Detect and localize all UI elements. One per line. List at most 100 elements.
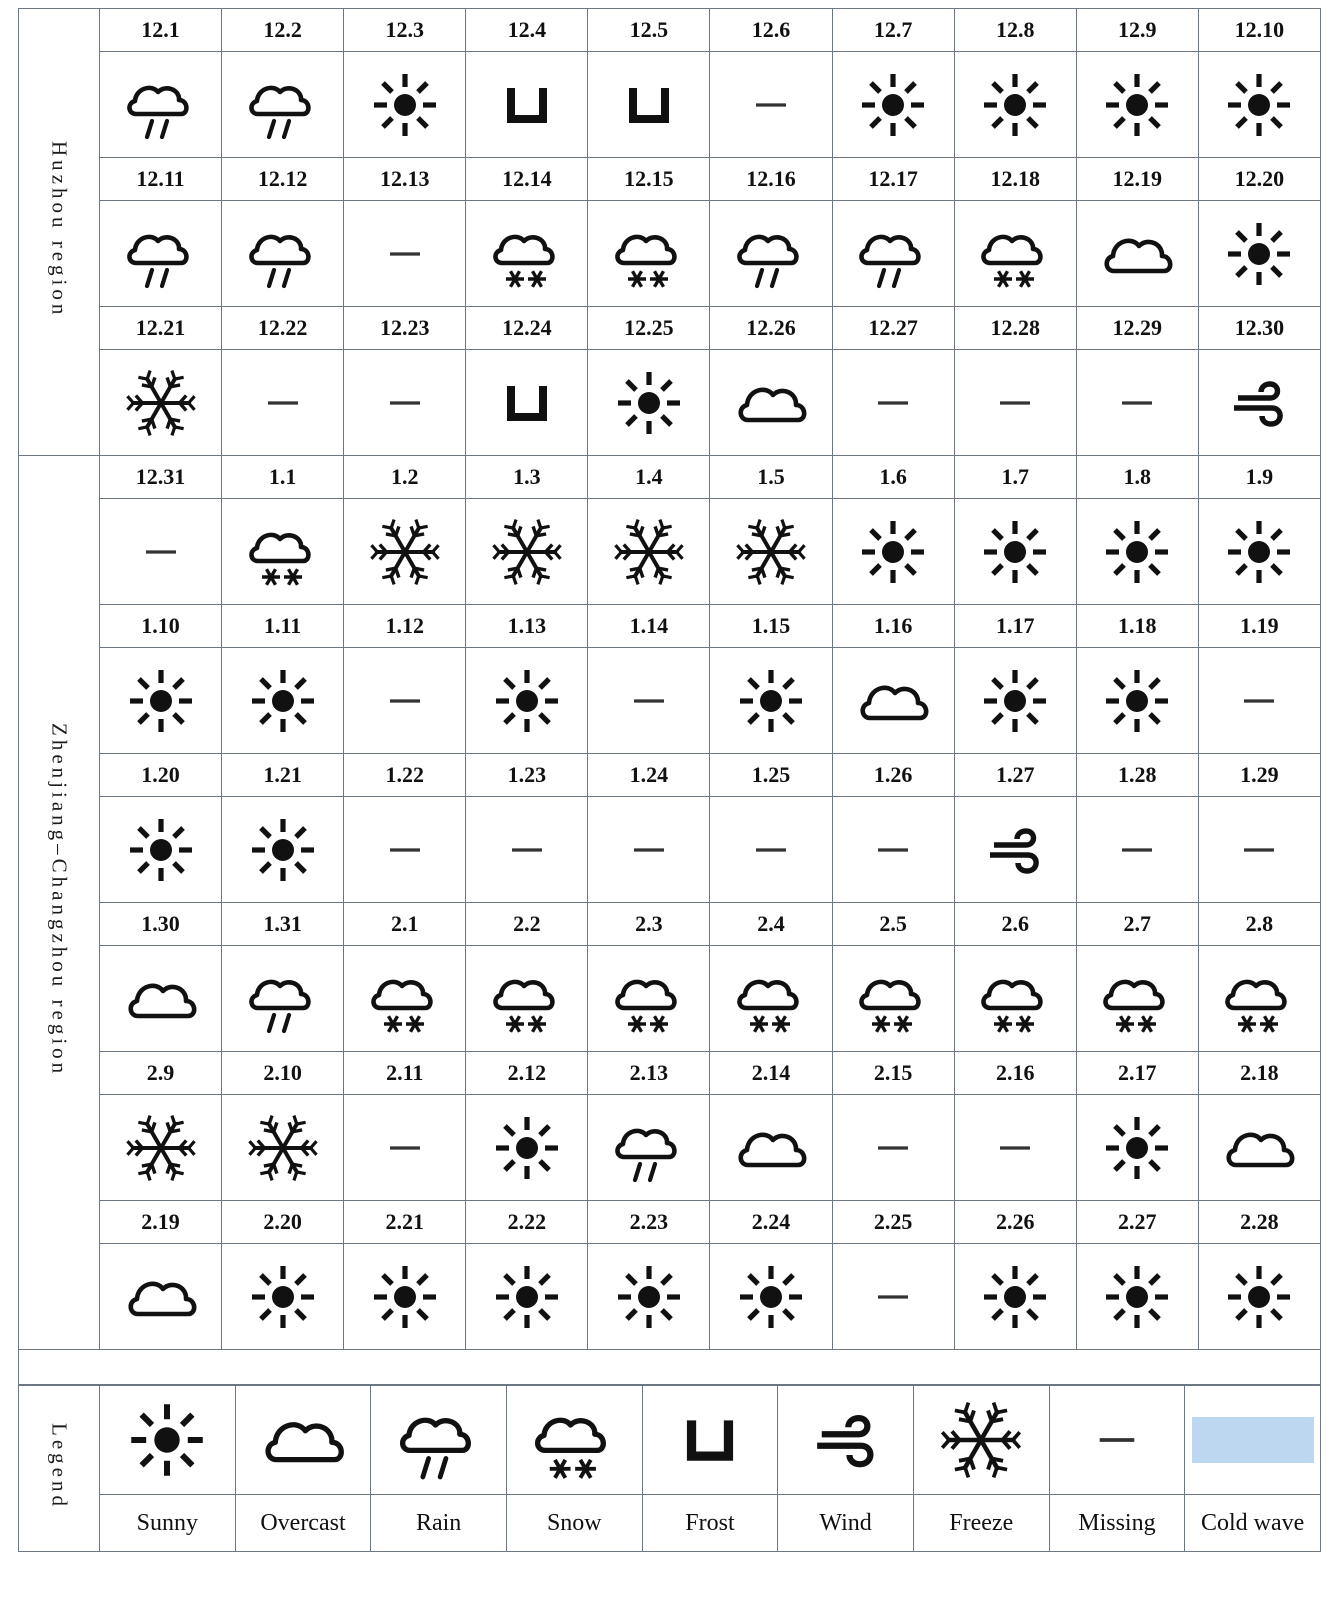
sunny-icon <box>222 1244 343 1349</box>
date-cell: 1.21 <box>221 753 345 797</box>
sunny-icon <box>100 648 221 753</box>
date-cell: 2.9 <box>98 1051 223 1095</box>
date-cell: 1.19 <box>1197 604 1322 648</box>
date-cell: 12.2 <box>221 8 345 52</box>
table-spacer-cell <box>18 1349 1321 1385</box>
date-cell: 12.10 <box>1197 8 1322 52</box>
freeze-icon <box>222 1095 343 1200</box>
date-cell: 2.5 <box>831 902 955 946</box>
missing-icon <box>344 797 465 902</box>
weather-cell <box>1075 200 1199 307</box>
date-cell: 1.15 <box>709 604 833 648</box>
date-cell: 2.21 <box>343 1200 467 1244</box>
legend-label: Freeze <box>912 1494 1050 1552</box>
date-cell: 12.17 <box>831 157 955 201</box>
date-cell: 12.18 <box>953 157 1077 201</box>
legend-table: Legend Sunny Overcast Rain Snow Frost Wind Free… <box>18 1385 1321 1552</box>
weather-cell <box>1197 349 1322 456</box>
rain-icon <box>588 1095 709 1200</box>
date-cell: 12.16 <box>709 157 833 201</box>
snow-icon <box>222 499 343 604</box>
sunny-icon <box>1077 52 1198 157</box>
weather-cell <box>343 796 467 903</box>
freeze-icon <box>100 1095 221 1200</box>
missing-icon <box>466 797 587 902</box>
date-cell: 1.25 <box>709 753 833 797</box>
weather-cell <box>221 945 345 1052</box>
wind-icon <box>955 797 1076 902</box>
overcast-icon <box>1077 201 1198 306</box>
weather-cell <box>343 647 467 754</box>
weather-cell <box>587 200 711 307</box>
sunny-icon <box>1199 499 1320 604</box>
weather-cell <box>221 349 345 456</box>
weather-cell <box>1075 498 1199 605</box>
missing-icon <box>833 350 954 455</box>
date-cell: 1.27 <box>953 753 1077 797</box>
date-cell: 12.3 <box>343 8 467 52</box>
date-cell: 2.15 <box>831 1051 955 1095</box>
weather-cell <box>953 349 1077 456</box>
weather-cell <box>709 796 833 903</box>
weather-cell <box>831 51 955 158</box>
date-cell: 12.11 <box>98 157 223 201</box>
missing-icon <box>588 648 709 753</box>
frost-icon <box>466 350 587 455</box>
weather-cell <box>587 498 711 605</box>
weather-cell <box>343 200 467 307</box>
weather-cell <box>465 349 589 456</box>
weather-cell <box>98 51 223 158</box>
sunny-icon <box>344 1244 465 1349</box>
sunny-icon <box>222 648 343 753</box>
weather-cell <box>1197 1094 1322 1201</box>
legend-icon-cell <box>99 1385 236 1495</box>
weather-cell <box>953 945 1077 1052</box>
date-cell: 12.29 <box>1075 306 1199 350</box>
date-cell: 2.18 <box>1197 1051 1322 1095</box>
weather-cell <box>98 200 223 307</box>
legend-label: Cold wave <box>1184 1494 1321 1552</box>
missing-icon <box>588 797 709 902</box>
date-cell: 12.28 <box>953 306 1077 350</box>
rain-icon <box>710 201 831 306</box>
date-cell: 12.7 <box>831 8 955 52</box>
weather-cell <box>953 200 1077 307</box>
missing-icon <box>344 350 465 455</box>
weather-cell <box>587 349 711 456</box>
date-cell: 1.29 <box>1197 753 1322 797</box>
missing-icon <box>710 797 831 902</box>
overcast-icon <box>236 1386 371 1494</box>
snow-icon <box>344 946 465 1051</box>
weather-cell <box>343 349 467 456</box>
weather-icon-row <box>19 647 1322 754</box>
weather-cell <box>98 498 223 605</box>
missing-icon <box>222 350 343 455</box>
sunny-icon <box>955 1244 1076 1349</box>
date-cell: 12.9 <box>1075 8 1199 52</box>
sunny-icon <box>1077 1095 1198 1200</box>
weather-cell <box>831 349 955 456</box>
weather-cell <box>1075 796 1199 903</box>
date-cell: 2.13 <box>587 1051 711 1095</box>
date-cell: 12.21 <box>98 306 223 350</box>
date-cell: 12.24 <box>465 306 589 350</box>
date-cell: 2.3 <box>587 902 711 946</box>
date-header-row: 1.20 1.21 1.22 1.23 1.24 1.25 1.26 1.27 1.28 1.29 <box>19 753 1322 797</box>
rain-icon <box>222 201 343 306</box>
sunny-icon <box>1199 52 1320 157</box>
date-cell: 1.12 <box>343 604 467 648</box>
date-cell: 12.5 <box>587 8 711 52</box>
freeze-icon <box>588 499 709 604</box>
date-cell: 12.31 <box>98 455 223 499</box>
weather-cell <box>709 498 833 605</box>
weather-cell <box>1075 349 1199 456</box>
date-cell: 1.14 <box>587 604 711 648</box>
rain-icon <box>100 52 221 157</box>
snow-icon <box>1199 946 1320 1051</box>
date-header-row: 1.30 1.31 2.1 2.2 2.3 2.4 2.5 2.6 2.7 2.8 <box>19 902 1322 946</box>
weather-cell <box>221 1243 345 1350</box>
rain-icon <box>100 201 221 306</box>
sunny-icon <box>466 1244 587 1349</box>
legend-label: Frost <box>641 1494 779 1552</box>
weather-cell <box>1075 1243 1199 1350</box>
